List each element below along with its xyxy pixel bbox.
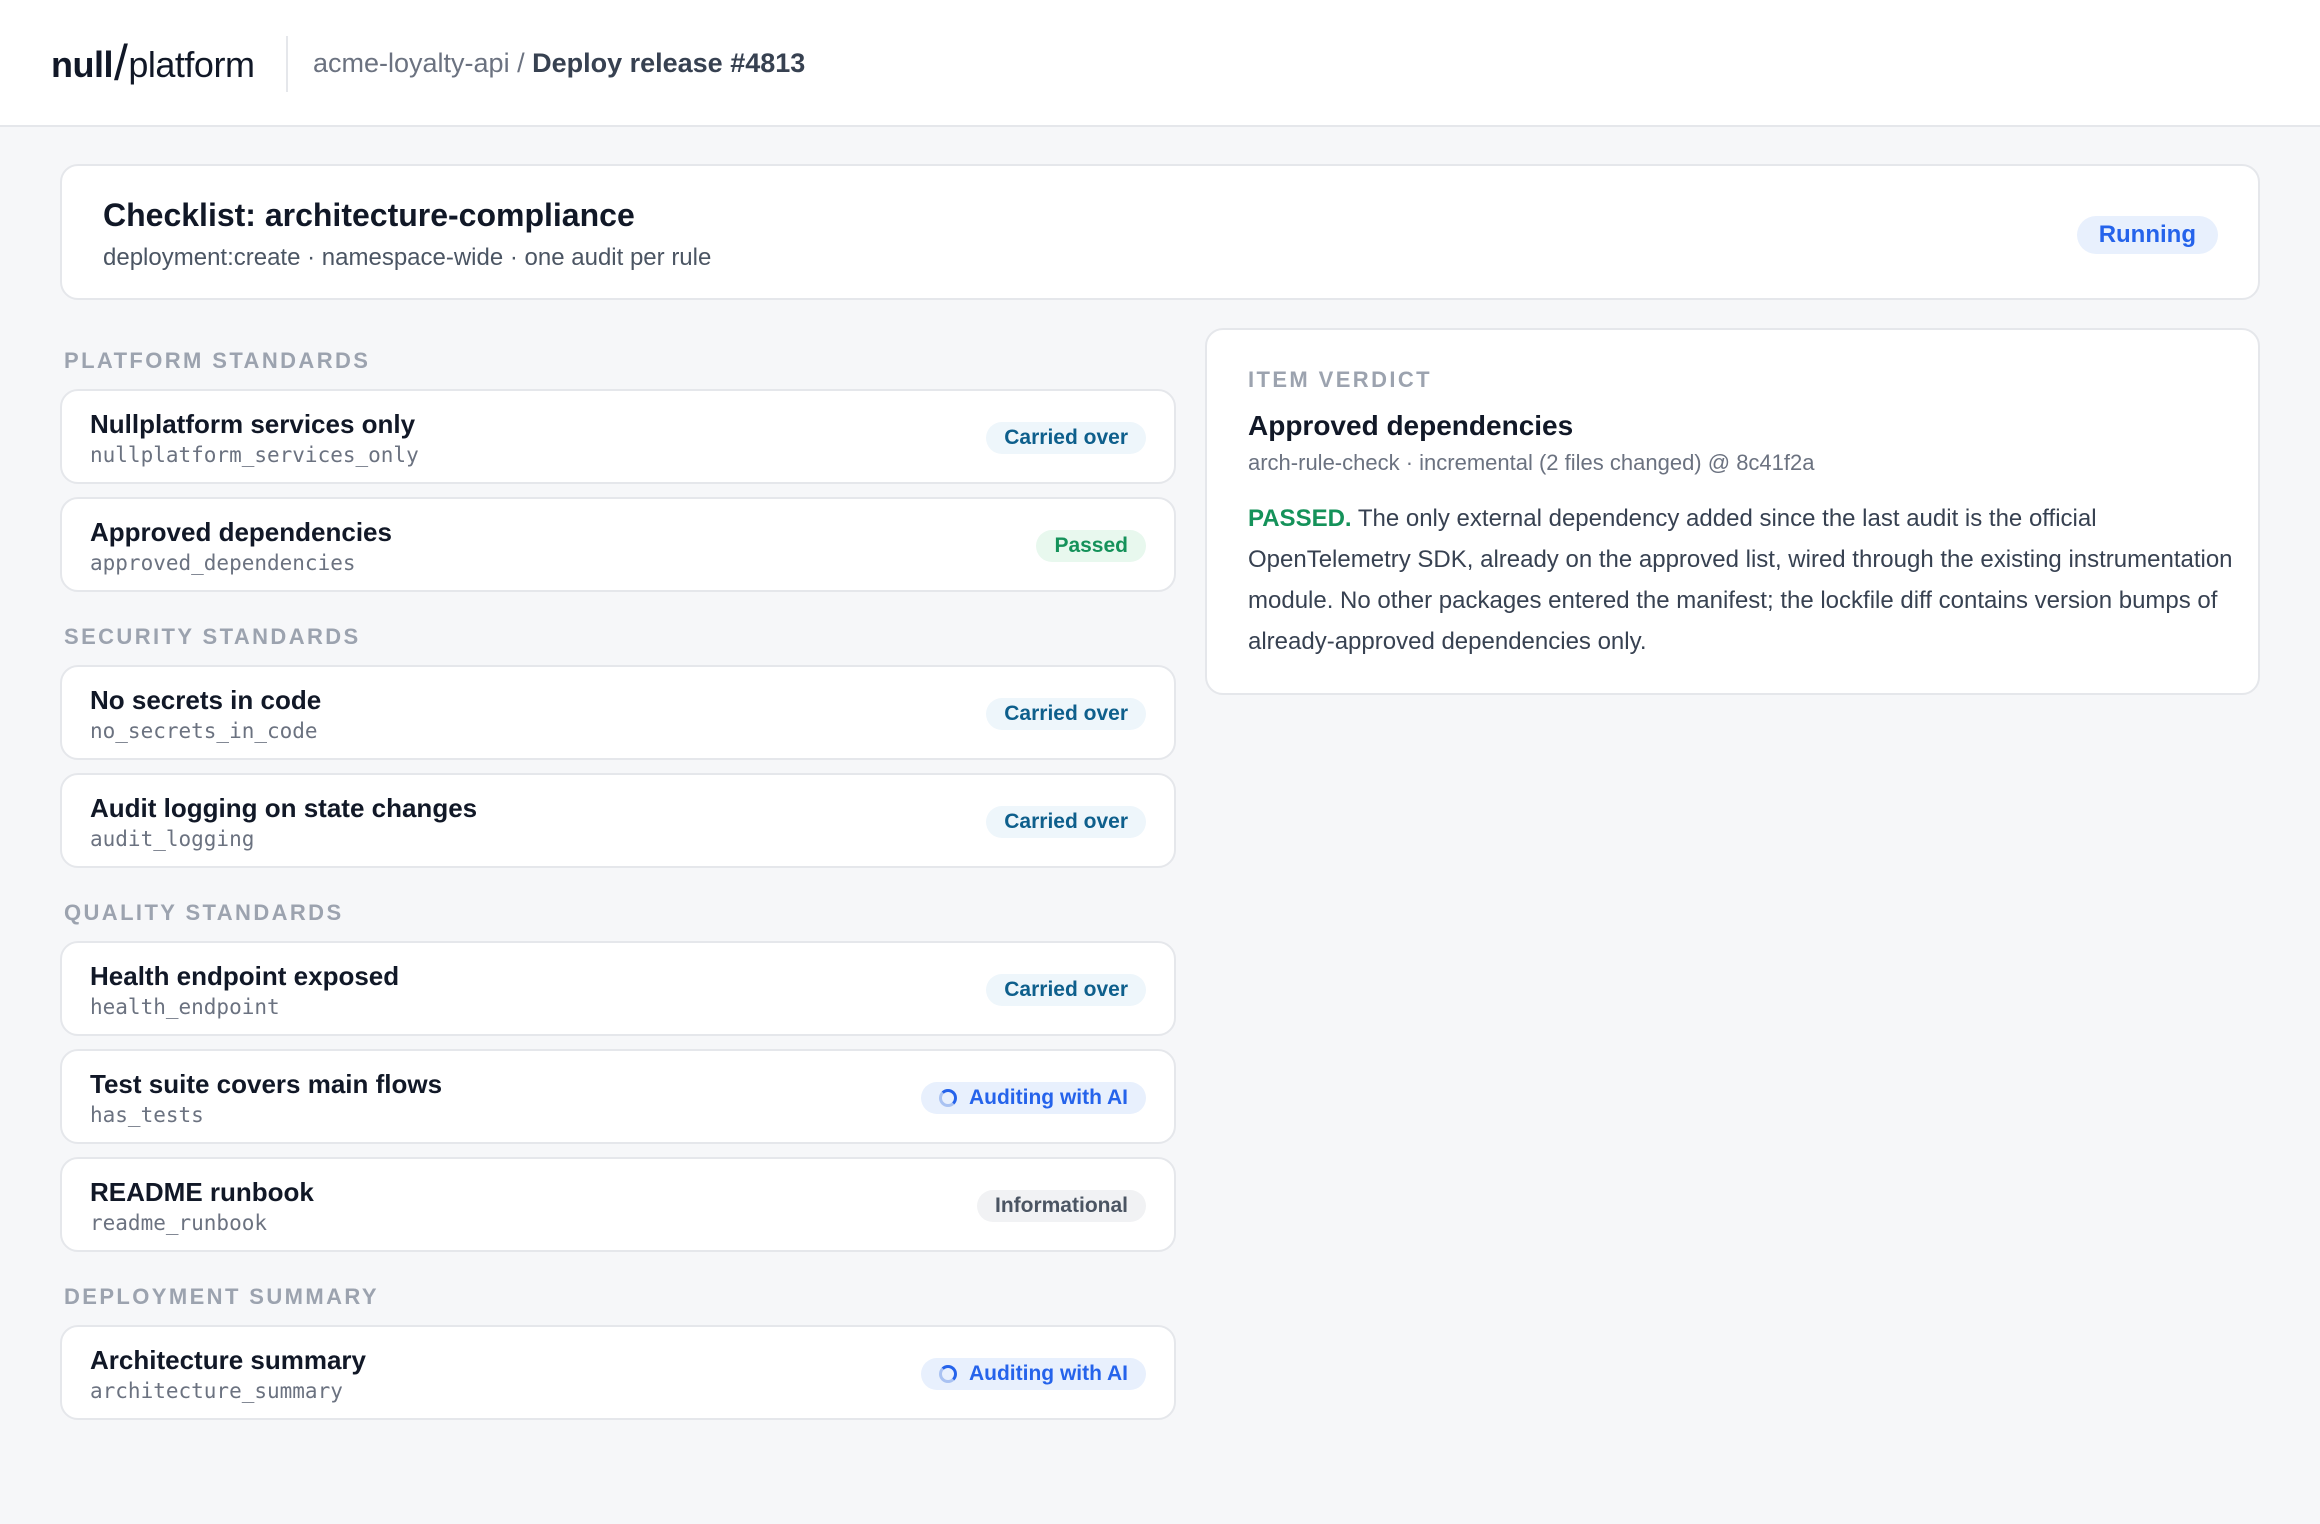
nullplatform-logo[interactable]: null / platform (51, 35, 255, 91)
status-badge: Passed (1036, 530, 1146, 562)
checklist-subtitle: deployment:create · namespace-wide · one… (103, 244, 712, 271)
section-label-platform: PLATFORM STANDARDS (64, 348, 371, 373)
logo-slash: / (113, 35, 128, 91)
checklist-item-approved-dependencies[interactable]: Approved dependencies approved_dependenc… (60, 497, 1176, 592)
checklist-status-badge: Running (2076, 216, 2218, 254)
breadcrumb-separator: / (509, 48, 533, 78)
status-badge: Auditing with AI (920, 1082, 1146, 1114)
checklist-item-architecture-summary[interactable]: Architecture summary architecture_summar… (60, 1325, 1176, 1420)
item-key: health_endpoint (90, 995, 280, 1019)
item-name: Approved dependencies (90, 517, 392, 547)
item-key: has_tests (90, 1103, 204, 1127)
checklist-item-health-endpoint[interactable]: Health endpoint exposed health_endpoint … (60, 941, 1176, 1036)
verdict-meta: arch-rule-check · incremental (2 files c… (1248, 450, 1815, 475)
section-label-deployment-summary: DEPLOYMENT SUMMARY (64, 1284, 379, 1309)
header-divider (286, 36, 288, 92)
spinner-icon (938, 1089, 957, 1107)
checklist-item-audit-logging[interactable]: Audit logging on state changes audit_log… (60, 773, 1176, 868)
item-key: nullplatform_services_only (90, 443, 419, 467)
checklist-item-no-secrets-in-code[interactable]: No secrets in code no_secrets_in_code Ca… (60, 665, 1176, 760)
logo-null: null (51, 44, 113, 85)
logo-platform: platform (128, 44, 255, 85)
item-key: audit_logging (90, 827, 255, 851)
item-verdict-panel: ITEM VERDICT Approved dependencies arch-… (1205, 328, 2260, 695)
checklist-item-has-tests[interactable]: Test suite covers main flows has_tests A… (60, 1049, 1176, 1144)
item-key: approved_dependencies (90, 551, 356, 575)
checklist-header-card: Checklist: architecture-compliance deplo… (60, 164, 2260, 300)
item-name: Nullplatform services only (90, 409, 416, 439)
item-name: Audit logging on state changes (90, 793, 478, 823)
item-name: Health endpoint exposed (90, 961, 400, 991)
section-label-security: SECURITY STANDARDS (64, 624, 361, 649)
verdict-text: The only external dependency added since… (1248, 505, 2233, 655)
status-badge: Carried over (986, 974, 1146, 1006)
section-label-quality: QUALITY STANDARDS (64, 900, 344, 925)
item-name: README runbook (90, 1177, 314, 1207)
verdict-title: Approved dependencies (1248, 410, 1574, 441)
top-bar: null / platform acme-loyalty-api / Deploy … (0, 0, 2320, 127)
checklist-item-nullplatform-services-only[interactable]: Nullplatform services only nullplatform_… (60, 389, 1176, 484)
item-name: No secrets in code (90, 685, 322, 715)
breadcrumb: acme-loyalty-api / Deploy release #4813 (313, 48, 805, 79)
status-badge: Carried over (986, 806, 1146, 838)
item-name: Architecture summary (90, 1345, 366, 1375)
status-badge: Carried over (986, 698, 1146, 730)
breadcrumb-project[interactable]: acme-loyalty-api (313, 48, 510, 78)
status-badge-label: Auditing with AI (968, 1362, 1128, 1385)
status-badge: Carried over (986, 422, 1146, 454)
spinner-icon (938, 1365, 957, 1383)
item-key: readme_runbook (90, 1211, 268, 1235)
breadcrumb-current: Deploy release #4813 (532, 48, 806, 78)
status-badge-label: Auditing with AI (968, 1086, 1128, 1109)
verdict-label: ITEM VERDICT (1248, 367, 1433, 392)
verdict-body: PASSED. The only external dependency add… (1248, 498, 2238, 662)
verdict-status: PASSED. (1248, 505, 1352, 532)
item-key: no_secrets_in_code (90, 719, 318, 743)
item-key: architecture_summary (90, 1379, 343, 1403)
status-badge: Auditing with AI (920, 1358, 1146, 1390)
checklist-title: Checklist: architecture-compliance (103, 197, 635, 233)
checklist-item-readme-runbook[interactable]: README runbook readme_runbook Informatio… (60, 1157, 1176, 1252)
status-badge: Informational (976, 1190, 1146, 1222)
item-name: Test suite covers main flows (90, 1069, 443, 1099)
